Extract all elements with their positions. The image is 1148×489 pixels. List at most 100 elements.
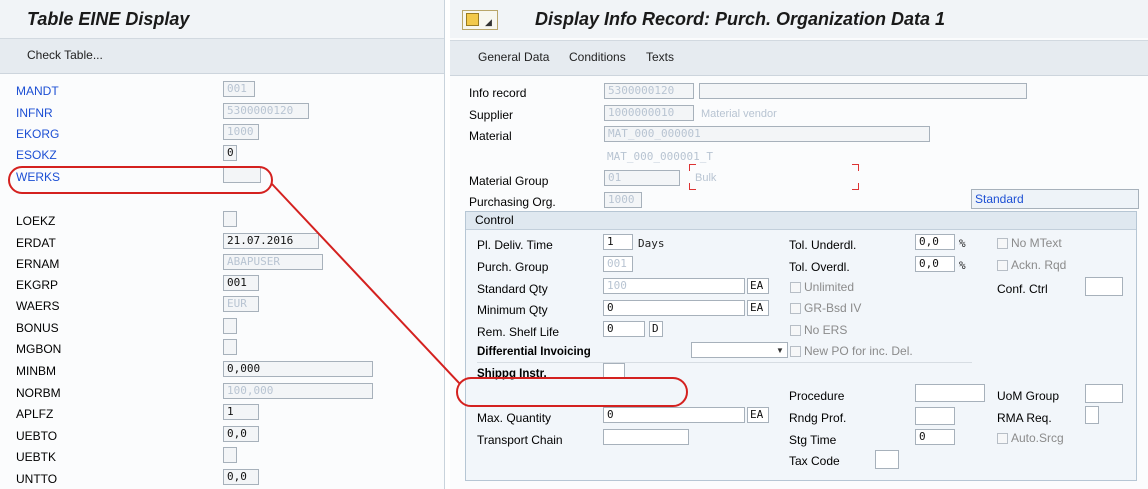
- minimum-qty-label: Minimum Qty: [477, 303, 548, 317]
- rem-shelf-life-field[interactable]: 0: [603, 321, 645, 337]
- field-value-untto[interactable]: 0,0: [223, 469, 259, 485]
- minimum-qty-unit[interactable]: EA: [747, 300, 769, 316]
- auto-srcg-checkbox[interactable]: [997, 433, 1008, 444]
- gr-bsd-iv-checkbox[interactable]: [790, 303, 801, 314]
- no-ers-checkbox[interactable]: [790, 325, 801, 336]
- field-value-ernam[interactable]: ABAPUSER: [223, 254, 323, 270]
- unlimited-label: Unlimited: [804, 280, 855, 294]
- max-quantity-field[interactable]: 0: [603, 407, 745, 423]
- field-value-ekorg[interactable]: 1000: [223, 124, 259, 140]
- supplier-label: Supplier: [469, 108, 514, 122]
- standard-field[interactable]: Standard: [971, 189, 1139, 209]
- ackn-rqd-checkbox[interactable]: [997, 260, 1008, 271]
- differential-invoicing-select[interactable]: [691, 342, 788, 358]
- differential-invoicing-label: Differential Invoicing: [477, 346, 591, 358]
- stg-time-field[interactable]: 0: [915, 429, 955, 445]
- table-display-pane: Table EINE Display Check Table... MANDT 0…: [0, 0, 445, 489]
- stg-time-label: Stg Time: [789, 433, 837, 447]
- field-value-ekgrp[interactable]: 001: [223, 275, 259, 291]
- separator: [477, 362, 972, 363]
- field-label-bonus: BONUS: [16, 321, 59, 335]
- transport-chain-field[interactable]: [603, 429, 689, 445]
- supplier-name: Material vendor: [701, 108, 777, 120]
- uom-group-field[interactable]: [1085, 384, 1123, 403]
- days-unit: Days: [638, 237, 665, 250]
- rma-req-field[interactable]: [1085, 406, 1099, 424]
- purch-group-field[interactable]: 001: [603, 256, 633, 272]
- field-label-norbm: NORBM: [16, 386, 61, 400]
- field-label-waers: WAERS: [16, 299, 60, 313]
- purchasing-org-label: Purchasing Org.: [469, 195, 556, 209]
- tab-general-data[interactable]: General Data: [478, 50, 549, 64]
- material-group-desc-box: Bulk: [689, 164, 859, 190]
- field-label-erdat: ERDAT: [16, 236, 56, 250]
- info-record-field[interactable]: 5300000120: [604, 83, 694, 99]
- tol-underdl-field[interactable]: 0,0: [915, 234, 955, 250]
- auto-srcg-label: Auto.Srcg: [1011, 431, 1064, 445]
- highlight-werks: [8, 166, 273, 194]
- highlight-empty-row: [456, 377, 688, 407]
- check-table-button[interactable]: Check Table...: [27, 48, 103, 62]
- new-po-label: New PO for inc. Del.: [804, 344, 913, 358]
- field-label-mandt: MANDT: [16, 84, 59, 98]
- field-value-esokz[interactable]: 0: [223, 145, 237, 161]
- field-label-ernam: ERNAM: [16, 257, 60, 271]
- max-quantity-unit[interactable]: EA: [747, 407, 769, 423]
- field-label-uebto: UEBTO: [16, 429, 58, 443]
- field-value-aplfz[interactable]: 1: [223, 404, 259, 420]
- standard-qty-field[interactable]: 100: [603, 278, 745, 294]
- field-value-waers[interactable]: EUR: [223, 296, 259, 312]
- field-value-norbm[interactable]: 100,000: [223, 383, 373, 399]
- transport-chain-label: Transport Chain: [477, 433, 563, 447]
- field-value-erdat[interactable]: 21.07.2016: [223, 233, 319, 249]
- conf-ctrl-label: Conf. Ctrl: [997, 282, 1048, 296]
- info-record-desc-field[interactable]: [699, 83, 1027, 99]
- field-label-minbm: MINBM: [16, 364, 56, 378]
- control-header: Control: [466, 212, 1136, 230]
- field-label-ekorg: EKORG: [16, 127, 60, 141]
- standard-qty-unit[interactable]: EA: [747, 278, 769, 294]
- rndg-prof-label: Rndg Prof.: [789, 411, 847, 425]
- percent-unit: %: [959, 259, 966, 272]
- pl-deliv-time-field[interactable]: 1: [603, 234, 633, 250]
- field-value-infnr[interactable]: 5300000120: [223, 103, 309, 119]
- conf-ctrl-field[interactable]: [1085, 277, 1123, 296]
- field-value-uebto[interactable]: 0,0: [223, 426, 259, 442]
- tax-code-label: Tax Code: [789, 454, 840, 468]
- field-value-minbm[interactable]: 0,000: [223, 361, 373, 377]
- supplier-field[interactable]: 1000000010: [604, 105, 694, 121]
- control-title: Control: [475, 213, 514, 227]
- field-value-loekz[interactable]: [223, 211, 237, 227]
- new-po-checkbox[interactable]: [790, 346, 801, 357]
- max-quantity-label: Max. Quantity: [477, 411, 552, 425]
- procedure-field[interactable]: [915, 384, 985, 402]
- field-label-infnr: INFNR: [16, 106, 53, 120]
- tol-overdl-field[interactable]: 0,0: [915, 256, 955, 272]
- field-value-mgbon[interactable]: [223, 339, 237, 355]
- unlimited-checkbox[interactable]: [790, 282, 801, 293]
- purchasing-org-field[interactable]: 1000: [604, 192, 642, 208]
- dropdown-arrow-icon[interactable]: ▼: [776, 346, 784, 355]
- material-label: Material: [469, 129, 512, 143]
- page-title: Display Info Record: Purch. Organization…: [535, 9, 946, 29]
- field-value-bonus[interactable]: [223, 318, 237, 334]
- minimum-qty-field[interactable]: 0: [603, 300, 745, 316]
- tol-overdl-label: Tol. Overdl.: [789, 260, 850, 274]
- rem-shelf-life-unit[interactable]: D: [649, 321, 663, 337]
- layout-menu-icon[interactable]: ◢: [462, 10, 498, 30]
- no-mtext-checkbox[interactable]: [997, 238, 1008, 249]
- tax-code-field[interactable]: [875, 450, 899, 469]
- rma-req-label: RMA Req.: [997, 411, 1052, 425]
- field-value-mandt[interactable]: 001: [223, 81, 255, 97]
- tab-bar: General Data Conditions Texts: [450, 40, 1148, 76]
- rndg-prof-field[interactable]: [915, 407, 955, 425]
- material-field[interactable]: MAT_000_000001: [604, 126, 930, 142]
- title-bar: ◢ Display Info Record: Purch. Organizati…: [450, 0, 1148, 38]
- info-record-label: Info record: [469, 86, 527, 100]
- field-value-uebtk[interactable]: [223, 447, 237, 463]
- page-title: Table EINE Display: [27, 9, 190, 29]
- material-group-field[interactable]: 01: [604, 170, 680, 186]
- field-label-ekgrp: EKGRP: [16, 278, 59, 292]
- tab-conditions[interactable]: Conditions: [569, 50, 626, 64]
- tab-texts[interactable]: Texts: [646, 50, 674, 64]
